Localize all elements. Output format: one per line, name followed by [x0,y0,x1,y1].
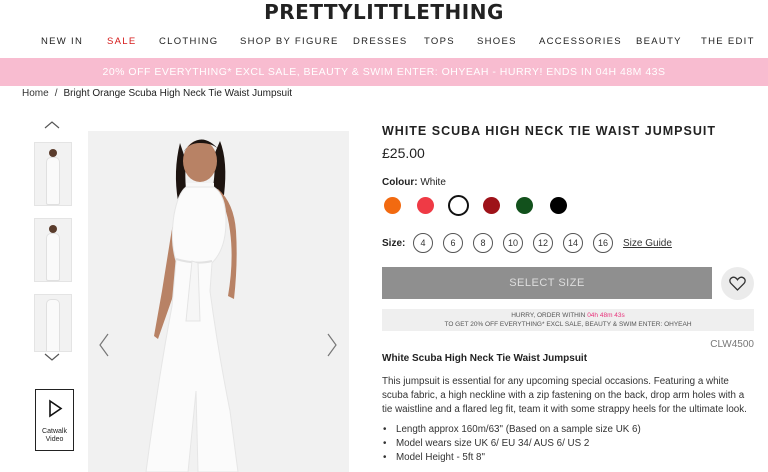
thumbnail-gallery: Catwalk Video [28,120,78,465]
thumb-model-figure [46,233,60,281]
nav-new-in[interactable]: NEW IN [41,36,83,47]
product-description: This jumpsuit is essential for any upcom… [382,376,747,415]
play-icon [49,399,63,418]
prev-image-arrow-icon[interactable] [98,332,110,358]
list-item: Length approx 160m/63" (Based on a sampl… [382,423,754,437]
nav-the-edit[interactable]: THE EDIT [701,36,755,47]
size-option[interactable]: 14 [563,233,583,253]
size-selector: Size: 4 6 8 10 12 14 16 Size Guide [382,233,754,255]
swatch-red[interactable] [417,197,434,214]
main-nav: NEW IN SALE CLOTHING SHOP BY FIGURE DRES… [0,36,768,52]
list-item: Model wears size UK 6/ EU 34/ AUS 6/ US … [382,437,754,451]
catwalk-video-button[interactable]: Catwalk Video [35,389,74,451]
thumbnail-1[interactable] [34,142,72,206]
site-logo[interactable]: PRETTYLITTLETHING [0,0,768,26]
thumbnail-2[interactable] [34,218,72,282]
breadcrumb-separator: / [54,88,58,99]
size-option[interactable]: 8 [473,233,493,253]
product-code: CLW4500 [710,339,754,350]
size-option[interactable]: 12 [533,233,553,253]
product-price: £25.00 [382,145,425,161]
thumb-model-head [49,225,57,233]
size-guide-link[interactable]: Size Guide [623,238,672,249]
thumb-model-figure [46,157,60,205]
hurry-line-1: HURRY, ORDER WITHIN 04h 48m 43s [382,311,754,320]
size-option[interactable]: 16 [593,233,613,253]
nav-beauty[interactable]: BEAUTY [636,36,682,47]
swatch-orange[interactable] [384,197,401,214]
colour-value: White [420,177,446,188]
thumb-up-arrow-icon[interactable] [43,120,61,130]
heart-icon [729,276,746,291]
thumbnail-3[interactable] [34,294,72,352]
thumb-model-figure [46,299,60,351]
nav-accessories[interactable]: ACCESSORIES [539,36,622,47]
select-size-button[interactable]: SELECT SIZE [382,267,712,299]
list-item: Model Height - 5ft 8" [382,451,754,465]
model-photo-illustration [145,139,239,472]
hurry-timer: 04h 48m 43s [587,312,625,319]
size-option[interactable]: 4 [413,233,433,253]
nav-shop-by-figure[interactable]: SHOP BY FIGURE [240,36,339,47]
catwalk-label-line-1: Catwalk [42,428,67,435]
thumb-down-arrow-icon[interactable] [43,352,61,362]
nav-tops[interactable]: TOPS [424,36,455,47]
nav-sale[interactable]: SALE [107,36,137,47]
swatch-black[interactable] [550,197,567,214]
hurry-text: HURRY, ORDER WITHIN [511,312,586,319]
hurry-order-notice: HURRY, ORDER WITHIN 04h 48m 43s TO GET 2… [382,309,754,331]
breadcrumb-home[interactable]: Home [22,88,49,99]
nav-shoes[interactable]: SHOES [477,36,517,47]
catwalk-label-line-2: Video [45,436,64,443]
size-option[interactable]: 6 [443,233,463,253]
thumb-model-head [49,149,57,157]
size-label: Size: [382,238,406,249]
swatch-white-selected[interactable] [448,195,469,216]
colour-swatches [382,195,582,217]
product-subtitle: White Scuba High Neck Tie Waist Jumpsuit [382,353,588,364]
nav-clothing[interactable]: CLOTHING [159,36,219,47]
wishlist-button[interactable] [721,267,754,300]
catwalk-video-label: Catwalk Video [36,428,73,444]
main-product-image[interactable] [88,131,349,472]
hurry-line-2: TO GET 20% OFF EVERYTHING* EXCL SALE, BE… [444,321,692,328]
breadcrumb: Home / Bright Orange Scuba High Neck Tie W… [22,88,292,99]
breadcrumb-current: Bright Orange Scuba High Neck Tie Waist … [63,88,293,99]
swatch-green[interactable] [516,197,533,214]
next-image-arrow-icon[interactable] [326,332,338,358]
colour-row: Colour: White [382,177,446,188]
nav-dresses[interactable]: DRESSES [353,36,408,47]
swatch-burgundy[interactable] [483,197,500,214]
product-details-list: Length approx 160m/63" (Based on a sampl… [382,423,754,465]
promo-banner[interactable]: 20% OFF EVERYTHING* EXCL SALE, BEAUTY & … [0,58,768,86]
colour-label: Colour: [382,177,418,188]
size-option[interactable]: 10 [503,233,523,253]
product-title: WHITE SCUBA HIGH NECK TIE WAIST JUMPSUIT [382,124,716,138]
